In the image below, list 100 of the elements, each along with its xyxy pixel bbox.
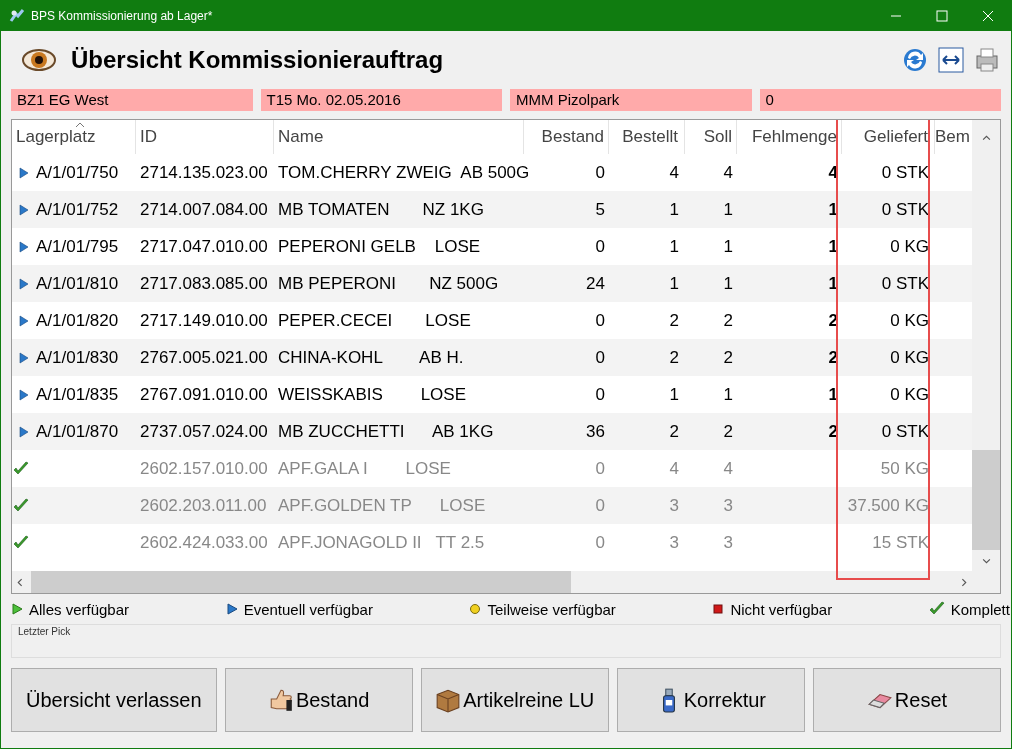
action-button[interactable]: Bestand xyxy=(224,668,413,732)
eye-icon xyxy=(21,47,57,73)
table-cell: 1 xyxy=(669,199,679,220)
window-title: BPS Kommissionierung ab Lager* xyxy=(31,8,213,23)
table-cell: 0 KG xyxy=(890,347,929,368)
table-cell: WEISSKABIS LOSE xyxy=(278,384,466,405)
table-cell: 2 xyxy=(723,310,733,331)
sort-caret-icon xyxy=(76,122,84,127)
table-cell: 0 xyxy=(595,384,605,405)
table-cell: APF.GOLDEN TP LOSE xyxy=(278,495,486,516)
table-cell: 36 xyxy=(586,421,605,442)
action-button[interactable]: Übersicht verlassen xyxy=(11,668,217,732)
table-cell: 2 xyxy=(723,421,733,442)
table-cell: 2602.157.010.00 xyxy=(140,458,268,479)
table-cell: 1 xyxy=(723,199,733,220)
table-cell: A/1/01/820 xyxy=(36,310,119,331)
table-cell: 0 xyxy=(595,310,605,331)
table-cell: MB TOMATEN NZ 1KG xyxy=(278,199,484,220)
table-cell: 0 xyxy=(595,532,605,553)
table-cell: 1 xyxy=(723,384,733,405)
scroll-down-icon[interactable] xyxy=(981,556,991,565)
table-cell: 2714.007.084.00 xyxy=(140,199,268,220)
table-cell: 24 xyxy=(586,273,605,294)
table-cell: 3 xyxy=(669,532,679,553)
table-cell: 2767.091.010.00 xyxy=(140,384,268,405)
table-cell: 0 STK xyxy=(881,273,929,294)
vertical-scrollbar-thumb[interactable] xyxy=(972,450,1000,550)
table-cell: 2717.047.010.00 xyxy=(140,236,268,257)
table-cell: 1 xyxy=(723,236,733,257)
table-cell: PEPERONI GELB LOSE xyxy=(278,236,481,257)
table-cell: 0 KG xyxy=(890,384,929,405)
table-cell: 4 xyxy=(669,162,679,183)
table-cell: TOM.CHERRY ZWEIG AB 500G xyxy=(278,162,530,183)
table-cell: 1 xyxy=(723,273,733,294)
table-cell: 37.500 KG xyxy=(847,495,929,516)
page-title: Übersicht Kommissionierauftrag xyxy=(71,46,444,74)
table-cell: 3 xyxy=(723,495,733,516)
table-cell: 1 xyxy=(669,273,679,294)
table-cell: 1 xyxy=(669,384,679,405)
table-cell: 0 xyxy=(595,458,605,479)
square-icon xyxy=(712,603,725,615)
refresh-icon[interactable] xyxy=(901,46,929,74)
legend-label: Komplett xyxy=(950,600,1010,618)
legend-label: Nicht verfügbar xyxy=(730,600,833,618)
table-cell: 4 xyxy=(723,458,733,479)
table-cell: 0 STK xyxy=(881,162,929,183)
table-cell: 1 xyxy=(828,384,838,405)
table-cell: 0 xyxy=(595,236,605,257)
horizontal-scrollbar-thumb[interactable] xyxy=(31,571,571,593)
table-cell: 4 xyxy=(669,458,679,479)
table-cell: A/1/01/835 xyxy=(36,384,119,405)
box-icon xyxy=(435,687,462,713)
table-cell: 0 STK xyxy=(881,199,929,220)
table-cell: 1 xyxy=(828,236,838,257)
scroll-left-icon[interactable] xyxy=(16,577,25,587)
table-cell: A/1/01/870 xyxy=(36,421,119,442)
table-cell: 2602.424.033.00 xyxy=(140,532,268,553)
table-cell: 2 xyxy=(669,347,679,368)
table-cell: 0 xyxy=(595,495,605,516)
checkmark-icon xyxy=(928,601,945,617)
info-field: BZ1 EG West xyxy=(11,89,253,111)
scroll-up-icon[interactable] xyxy=(981,134,991,143)
table-cell: 3 xyxy=(669,495,679,516)
info-field: 0 xyxy=(759,89,1001,111)
table-cell: 2 xyxy=(723,347,733,368)
table-cell: 2 xyxy=(669,310,679,331)
action-button[interactable]: Artikelreine LU xyxy=(420,668,609,732)
action-button[interactable]: Korrektur xyxy=(616,668,805,732)
table-cell: 2767.005.021.00 xyxy=(140,347,268,368)
table-cell: A/1/01/795 xyxy=(36,236,119,257)
column-header[interactable]: Bem xyxy=(935,120,972,154)
table-cell: APF.GALA I LOSE xyxy=(278,458,451,479)
table-cell: 2717.083.085.00 xyxy=(140,273,268,294)
printer-icon[interactable] xyxy=(973,46,1001,74)
table-cell: PEPER.CECEI LOSE xyxy=(278,310,471,331)
table-cell: APF.JONAGOLD II TT 2.5 xyxy=(278,532,485,553)
table-cell: 1 xyxy=(828,273,838,294)
legend-label: Alles verfügbar xyxy=(29,600,130,618)
action-button[interactable]: Reset xyxy=(812,668,1002,732)
table-cell: 2 xyxy=(669,421,679,442)
table-cell: MB PEPERONI NZ 500G xyxy=(278,273,499,294)
table-cell: A/1/01/752 xyxy=(36,199,119,220)
table-cell: 3 xyxy=(723,532,733,553)
fit-width-icon[interactable] xyxy=(937,46,965,74)
legend-label: Teilweise verfügbar xyxy=(487,600,616,618)
info-field: MMM Pizolpark xyxy=(510,89,752,111)
scroll-right-icon[interactable] xyxy=(959,577,968,587)
group-label: Letzter Pick xyxy=(18,626,71,637)
table-cell: 0 xyxy=(595,347,605,368)
triangle-icon xyxy=(225,603,238,615)
table-cell: 1 xyxy=(828,199,838,220)
table-cell: 0 xyxy=(595,162,605,183)
table-cell: 0 KG xyxy=(890,310,929,331)
table-cell: 2737.057.024.00 xyxy=(140,421,268,442)
table-cell: A/1/01/810 xyxy=(36,273,119,294)
table-cell: MB ZUCCHETTI AB 1KG xyxy=(278,421,494,442)
table-cell: 0 KG xyxy=(890,236,929,257)
legend-label: Eventuell verfügbar xyxy=(243,600,373,618)
table-cell: A/1/01/750 xyxy=(36,162,119,183)
table-cell: 2717.149.010.00 xyxy=(140,310,268,331)
